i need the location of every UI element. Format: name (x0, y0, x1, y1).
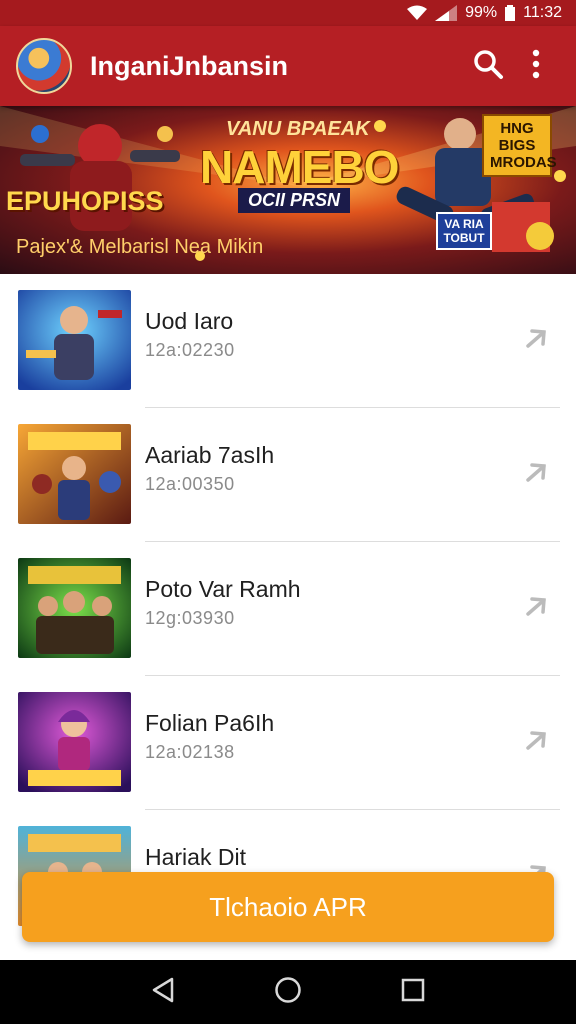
arrow-right-icon[interactable] (522, 592, 550, 620)
home-button[interactable] (264, 968, 312, 1016)
search-button[interactable] (464, 42, 512, 90)
game-subtitle: 12a:02230 (145, 340, 235, 360)
download-app-button[interactable]: Tlchaoio APR (22, 872, 554, 942)
home-icon (274, 976, 302, 1009)
status-time: 11:32 (523, 4, 562, 21)
list-item[interactable]: Folian Pa6Ih 12a:02138 (0, 676, 576, 810)
game-title: Folian Pa6Ih (145, 710, 275, 736)
overflow-menu-button[interactable] (512, 42, 560, 90)
banner-caption: Pajex'& Melbarisl Nea Mikin (16, 236, 264, 258)
battery-icon (505, 5, 516, 21)
app-avatar[interactable] (16, 38, 72, 94)
list-item[interactable]: Uod Iaro 12a:02230 (0, 274, 576, 408)
banner-headline: NAMEBO (200, 141, 399, 193)
search-icon (472, 48, 504, 85)
banner-badge: HNG BIGS MRODAS (482, 114, 557, 177)
recents-button[interactable] (389, 968, 437, 1016)
app-bar: InganiJnbansin (0, 26, 576, 106)
more-vert-icon (531, 49, 541, 84)
banner-subline: OCII PRSN (238, 188, 351, 213)
game-thumbnail (18, 692, 131, 792)
promo-banner[interactable]: VANU BPAEAK NAMEBO OCII PRSN EPUHOPISS P… (0, 106, 576, 274)
arrow-right-icon[interactable] (522, 458, 550, 486)
list-item[interactable]: Poto Var Ramh 12g:03930 (0, 542, 576, 676)
game-title: Uod Iaro (145, 308, 234, 334)
banner-left-title: EPUHOPISS (6, 186, 164, 216)
back-icon (150, 976, 176, 1009)
list-item[interactable]: Aariab 7asIh 12a:00350 (0, 408, 576, 542)
game-list: Uod Iaro 12a:02230 Aariab 7asIh 12a:0035… (0, 274, 576, 944)
arrow-right-icon[interactable] (522, 324, 550, 352)
game-subtitle: 12a:02138 (145, 742, 235, 762)
game-title: Aariab 7asIh (145, 442, 275, 468)
arrow-right-icon[interactable] (522, 726, 550, 754)
back-button[interactable] (139, 968, 187, 1016)
signal-icon (435, 5, 458, 21)
game-subtitle: 12a:00350 (145, 474, 235, 494)
battery-percent: 99% (465, 4, 498, 21)
wifi-icon (407, 5, 428, 21)
banner-tagline: VANU BPAEAK (226, 118, 370, 140)
status-bar: 99% 11:32 (0, 0, 576, 26)
game-thumbnail (18, 290, 131, 390)
game-thumbnail (18, 558, 131, 658)
game-title: Hariak Dit (145, 844, 246, 870)
system-nav-bar (0, 960, 576, 1024)
game-thumbnail (18, 424, 131, 524)
game-subtitle: 12g:03930 (145, 608, 235, 628)
game-title: Poto Var Ramh (145, 576, 301, 602)
banner-box-label: VA RIA TOBUT (436, 212, 492, 250)
recents-icon (400, 977, 426, 1008)
app-title: InganiJnbansin (90, 50, 289, 81)
